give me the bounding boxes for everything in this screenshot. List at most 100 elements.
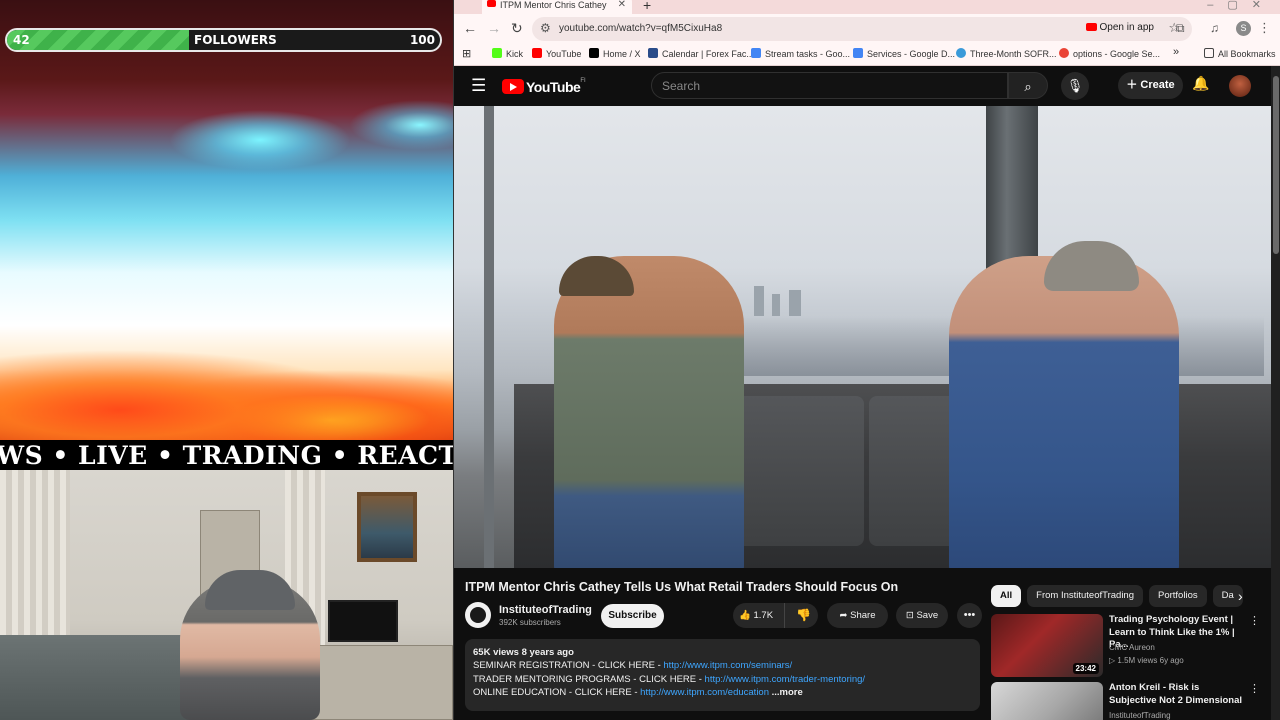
close-icon[interactable]: ✕	[618, 0, 626, 10]
notifications-bell-icon[interactable]: 🔔	[1192, 75, 1209, 92]
subscribe-button[interactable]: Subscribe	[601, 604, 664, 628]
recommended-video[interactable]: 23:42 Trading Psychology Event | Learn t…	[991, 614, 1261, 678]
bookmark-item[interactable]: Stream tasks - Goo...	[751, 48, 850, 59]
related-filter-chips: All From InstituteofTrading Portfolios Da	[991, 585, 1253, 607]
url-text[interactable]: youtube.com/watch?v=qfM5CixuHa8	[559, 23, 722, 34]
television	[328, 600, 398, 642]
recommended-video[interactable]: Anton Kreil - Risk is Subjective Not 2 D…	[991, 682, 1261, 720]
video-description[interactable]: 65K views 8 years ago SEMINAR REGISTRATI…	[465, 639, 980, 711]
share-button[interactable]: ➦ Share	[827, 603, 888, 628]
bed	[0, 635, 210, 720]
address-bar[interactable]: ⚙ youtube.com/watch?v=qfM5CixuHa8 Open i…	[532, 17, 1192, 41]
forward-arrow-icon[interactable]: →	[487, 20, 501, 36]
media-control-icon[interactable]: ♫	[1210, 21, 1219, 35]
recommended-channel[interactable]: InstituteofTrading	[1109, 711, 1171, 720]
view-count-date: 65K views 8 years ago	[473, 647, 574, 658]
youtube-play-icon	[502, 79, 524, 95]
ticker-text: WS • LIVE • TRADING • REACTIO	[0, 441, 453, 470]
like-count: 1.7K	[753, 610, 774, 621]
chip-portfolios[interactable]: Portfolios	[1149, 585, 1207, 607]
youtube-icon	[1085, 23, 1097, 31]
youtube-logo[interactable]: YouTubeFI	[502, 78, 586, 95]
scrollbar-thumb[interactable]	[1273, 76, 1279, 254]
description-link[interactable]: http://www.itpm.com/education	[640, 687, 769, 698]
bookmark-item[interactable]: Services - Google D...	[853, 48, 955, 59]
like-button[interactable]: 👍 1.7K	[733, 603, 785, 628]
save-button[interactable]: ⊡ Save	[896, 603, 948, 628]
bookmarks-bar: ⊞ Kick YouTube Home / X Calendar | Forex…	[454, 44, 1280, 66]
page-scrollbar[interactable]	[1271, 66, 1280, 720]
bookmark-item[interactable]: Kick	[492, 48, 523, 59]
video-title: ITPM Mentor Chris Cathey Tells Us What R…	[465, 580, 899, 594]
profile-avatar[interactable]: S	[1236, 21, 1251, 36]
channel-name[interactable]: InstituteofTrading	[499, 604, 592, 616]
interviewer-right	[949, 256, 1179, 568]
bookmark-item[interactable]: options - Google Se...	[1059, 48, 1160, 59]
bookmark-item[interactable]: Calendar | Forex Fac...	[648, 48, 754, 59]
microphone-icon[interactable]: 🎙	[1061, 72, 1089, 100]
chevron-right-icon[interactable]: ›	[1238, 588, 1243, 604]
building	[754, 286, 764, 316]
video-thumbnail[interactable]	[991, 682, 1103, 720]
bookmark-item[interactable]: Three-Month SOFR...	[956, 48, 1057, 59]
like-dislike-group: 👍 1.7K 👎	[733, 603, 818, 628]
recommended-meta: ▷ 1.5M views 6y ago	[1109, 656, 1184, 665]
chip-all[interactable]: All	[991, 585, 1022, 607]
interviewee-left	[554, 256, 744, 568]
thumbs-down-icon[interactable]: 👎	[791, 603, 816, 628]
search-icon[interactable]: ⌕	[1008, 72, 1048, 99]
back-arrow-icon[interactable]: ←	[463, 20, 477, 36]
menu-icon[interactable]: ☰	[471, 76, 486, 96]
window-controls[interactable]: –▢✕	[1207, 0, 1275, 11]
bookmark-item[interactable]: YouTube	[532, 48, 581, 59]
search-input[interactable]	[652, 73, 1007, 98]
new-tab-button[interactable]: +	[643, 0, 651, 13]
extensions-icon[interactable]: ⧉	[1176, 21, 1185, 36]
follower-goal-bar: 42 FOLLOWERS 100	[5, 28, 442, 52]
video-thumbnail[interactable]: 23:42	[991, 614, 1103, 677]
show-more-link[interactable]: ...more	[772, 687, 803, 698]
more-options-icon[interactable]: ⋮	[1249, 614, 1260, 627]
account-avatar[interactable]	[1229, 75, 1251, 97]
tab-title: ITPM Mentor Chris Cathey	[500, 0, 607, 10]
follower-label: FOLLOWERS	[194, 33, 277, 47]
description-link[interactable]: http://www.itpm.com/trader-mentoring/	[705, 674, 866, 685]
channel-subscribers: 392K subscribers	[499, 618, 561, 627]
tv-stand	[305, 645, 453, 720]
description-line: SEMINAR REGISTRATION - CLICK HERE -	[473, 660, 664, 672]
create-button[interactable]: ＋ Create	[1118, 72, 1183, 99]
share-label: Share	[850, 610, 876, 621]
description-link[interactable]: http://www.itpm.com/seminars/	[663, 660, 792, 671]
open-in-app-label: Open in app	[1099, 22, 1155, 33]
recommended-title[interactable]: Anton Kreil - Risk is Subjective Not 2 D…	[1109, 682, 1249, 707]
stream-panel: 42 FOLLOWERS 100 WS • LIVE • TRADING • R…	[0, 0, 453, 720]
description-line: ONLINE EDUCATION - CLICK HERE -	[473, 686, 641, 698]
follower-goal-fill	[7, 30, 189, 50]
site-info-icon[interactable]: ⚙	[540, 21, 551, 35]
chevron-right-icon[interactable]: »	[1173, 46, 1179, 58]
share-icon: ➦	[839, 610, 848, 621]
follower-goal: 100	[409, 33, 435, 47]
youtube-page: ☰ YouTubeFI ⌕ 🎙 ＋ Create 🔔	[454, 66, 1280, 720]
more-actions-icon[interactable]: •••	[957, 603, 982, 628]
ship-painting	[357, 492, 417, 562]
more-options-icon[interactable]: ⋮	[1249, 682, 1260, 695]
recommended-meta-text: 1.5M views 6y ago	[1117, 656, 1184, 665]
channel-avatar[interactable]	[465, 602, 491, 628]
browser-window: ITPM Mentor Chris Cathey ✕ + –▢✕ ← → ↻ ⚙…	[453, 0, 1280, 720]
browser-menu-icon[interactable]: ⋮	[1258, 20, 1271, 36]
browser-tab[interactable]: ITPM Mentor Chris Cathey ✕	[482, 0, 632, 14]
apps-grid-icon[interactable]: ⊞	[462, 47, 471, 60]
all-bookmarks[interactable]: All Bookmarks	[1204, 48, 1276, 59]
open-in-app-button[interactable]: Open in app	[1085, 22, 1155, 33]
chip-from-channel[interactable]: From InstituteofTrading	[1027, 585, 1143, 607]
sofa-cushion	[724, 396, 864, 546]
save-label: Save	[916, 610, 939, 621]
logo-text: YouTube	[526, 78, 581, 95]
bookmark-item[interactable]: Home / X	[589, 48, 641, 59]
reload-icon[interactable]: ↻	[511, 20, 523, 37]
recommended-channel[interactable]: CMC Aureon	[1109, 643, 1155, 652]
screen: 42 FOLLOWERS 100 WS • LIVE • TRADING • R…	[0, 0, 1280, 720]
video-player[interactable]	[454, 106, 1271, 568]
thumbs-up-icon: 👍	[739, 610, 751, 621]
